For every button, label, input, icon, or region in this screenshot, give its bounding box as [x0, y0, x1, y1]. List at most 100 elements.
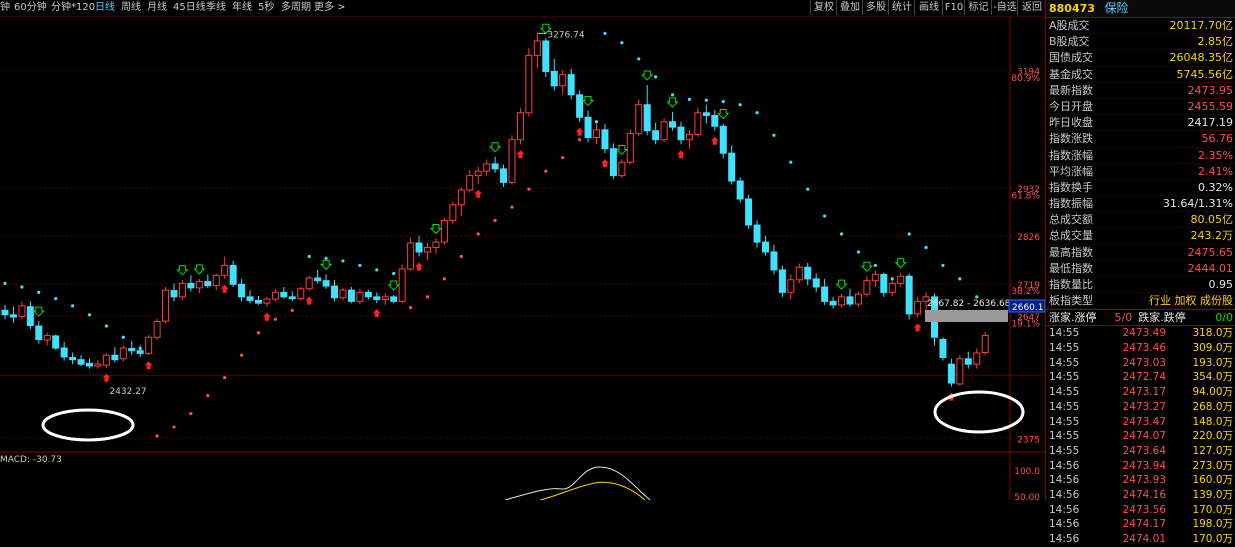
candle-body[interactable] — [609, 148, 617, 177]
toolbar-button-2[interactable]: 多股 — [862, 0, 889, 15]
toolbar-button-0[interactable]: 复权 — [810, 0, 837, 15]
candle-body[interactable] — [778, 269, 786, 293]
candle-body[interactable] — [508, 139, 516, 183]
candle-body[interactable] — [669, 121, 677, 128]
candle-body[interactable] — [449, 204, 457, 222]
candle-body[interactable] — [457, 189, 465, 206]
candle-body[interactable] — [694, 112, 702, 135]
toolbar-button-7[interactable]: -自选 — [991, 0, 1018, 15]
candle-body[interactable] — [145, 336, 153, 354]
kline-chart[interactable]: 3194 2932 2826 2719 2647 2375 80.9% 61.8% 38.2% 1… — [0, 17, 1045, 500]
toolbar-button-1[interactable]: 叠加 — [836, 0, 863, 15]
candle-body[interactable] — [812, 278, 820, 288]
toolbar-button-8[interactable]: 返回 — [1017, 0, 1046, 15]
candle-body[interactable] — [52, 335, 60, 349]
candle-body[interactable] — [618, 161, 626, 177]
candle-body[interactable] — [102, 354, 110, 366]
candle-body[interactable] — [584, 116, 592, 138]
period-tab-7[interactable]: 季线 — [206, 1, 226, 15]
candle-body[interactable] — [821, 286, 829, 302]
candle-body[interactable] — [728, 152, 736, 182]
candle-body[interactable] — [364, 291, 372, 298]
candle-body[interactable] — [69, 356, 77, 361]
candle-body[interactable] — [576, 94, 584, 118]
candle-body[interactable] — [677, 126, 685, 141]
candle-body[interactable] — [35, 325, 43, 341]
candle-body[interactable] — [601, 129, 609, 150]
candle-body[interactable] — [846, 296, 854, 305]
candle-body[interactable] — [635, 104, 643, 134]
period-tab-4[interactable]: 周线 — [121, 1, 141, 15]
candle-body[interactable] — [762, 241, 769, 253]
candle-body[interactable] — [947, 363, 955, 384]
candle-body[interactable] — [60, 347, 68, 358]
candle-body[interactable] — [483, 163, 491, 172]
candle-body[interactable] — [685, 133, 693, 141]
candle-body[interactable] — [288, 296, 296, 300]
candle-body[interactable] — [271, 291, 279, 300]
candle-body[interactable] — [432, 241, 440, 248]
candle-body[interactable] — [390, 296, 398, 302]
candle-body[interactable] — [398, 268, 406, 302]
candle-body[interactable] — [702, 112, 710, 116]
candle-body[interactable] — [838, 296, 846, 306]
candle-body[interactable] — [593, 129, 600, 138]
candle-body[interactable] — [888, 282, 896, 293]
candle-body[interactable] — [381, 296, 389, 301]
candle-body[interactable] — [897, 275, 905, 284]
candle-body[interactable] — [474, 170, 482, 177]
candle-body[interactable] — [43, 334, 51, 341]
candle-body[interactable] — [246, 296, 254, 301]
kline-svg[interactable]: 31942932282627192647237580.9%61.8%38.2%1… — [0, 17, 1045, 500]
candle-body[interactable] — [195, 281, 203, 289]
candle-body[interactable] — [322, 280, 330, 287]
candle-body[interactable] — [305, 277, 313, 290]
candle-body[interactable] — [973, 352, 981, 365]
candle-body[interactable] — [711, 114, 719, 127]
toolbar-button-5[interactable]: F10 — [942, 0, 965, 15]
candle-body[interactable] — [347, 289, 355, 302]
candle-body[interactable] — [187, 282, 195, 289]
candle-body[interactable] — [525, 54, 533, 114]
candle-body[interactable] — [719, 125, 727, 154]
candle-body[interactable] — [136, 350, 144, 354]
candle-body[interactable] — [238, 283, 246, 298]
candle-body[interactable] — [804, 266, 812, 280]
candle-body[interactable] — [871, 273, 879, 282]
candle-body[interactable] — [314, 277, 322, 282]
toolbar-button-3[interactable]: 统计 — [888, 0, 915, 15]
candle-body[interactable] — [466, 175, 474, 191]
period-tab-10[interactable]: 多周期 — [281, 1, 311, 15]
candle-body[interactable] — [407, 242, 415, 270]
candle-body[interactable] — [119, 347, 127, 360]
candle-body[interactable] — [178, 282, 186, 298]
candle-body[interactable] — [18, 305, 26, 318]
candle-body[interactable] — [905, 275, 913, 315]
candle-body[interactable] — [795, 266, 803, 281]
period-tab-3[interactable]: 日线 — [95, 1, 115, 15]
period-tab-0[interactable]: 钟 — [0, 1, 10, 15]
candle-body[interactable] — [491, 163, 499, 170]
candle-body[interactable] — [770, 251, 778, 271]
candle-body[interactable] — [162, 289, 170, 322]
period-tab-9[interactable]: 5秒 — [258, 1, 274, 15]
toolbar-button-4[interactable]: 画线 — [914, 0, 943, 15]
candle-body[interactable] — [643, 104, 651, 132]
candle-body[interactable] — [280, 291, 288, 298]
period-tab-2[interactable]: 分钟*120 — [51, 1, 95, 15]
candle-body[interactable] — [373, 296, 381, 301]
candle-body[interactable] — [297, 288, 305, 300]
candle-body[interactable] — [550, 70, 558, 87]
candle-body[interactable] — [660, 121, 668, 141]
candle-body[interactable] — [128, 347, 136, 352]
candle-body[interactable] — [745, 198, 753, 226]
candle-body[interactable] — [255, 299, 262, 304]
candle-body[interactable] — [26, 306, 34, 327]
candle-body[interactable] — [956, 358, 964, 385]
candle-body[interactable] — [356, 291, 364, 302]
period-tab-1[interactable]: 60分钟 — [14, 1, 47, 15]
candle-body[interactable] — [94, 363, 102, 367]
period-tab-8[interactable]: 年线 — [232, 1, 252, 15]
period-tab-11[interactable]: 更多 > — [314, 1, 346, 15]
candle-body[interactable] — [542, 40, 550, 72]
